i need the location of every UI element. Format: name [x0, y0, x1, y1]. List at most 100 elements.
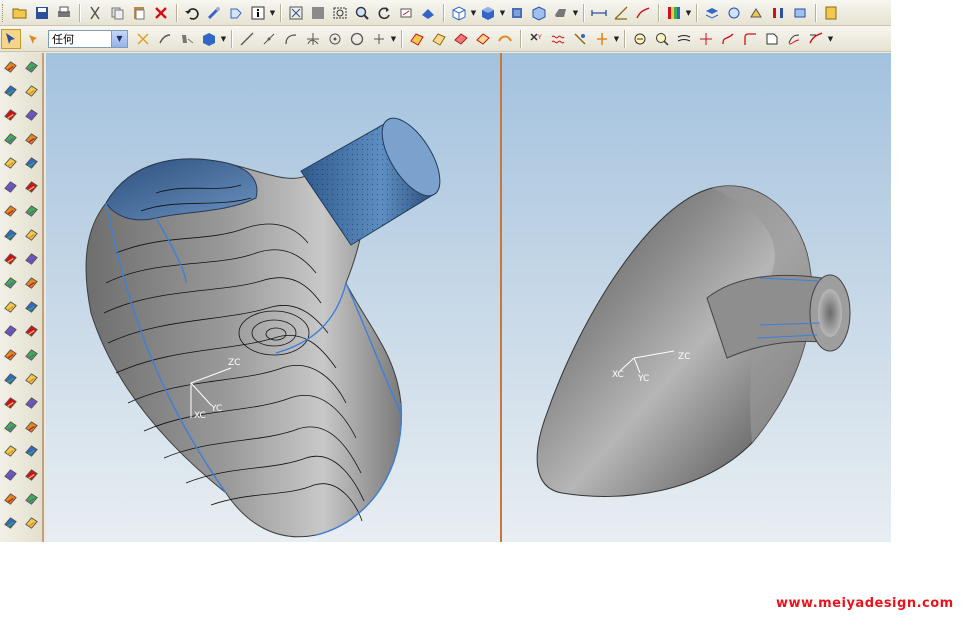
- sheet-from-curves-icon[interactable]: [1, 57, 19, 75]
- cylinder-icon[interactable]: [22, 81, 40, 99]
- repeat-command-icon[interactable]: [204, 3, 224, 23]
- unite-icon[interactable]: [22, 297, 40, 315]
- transform-icon[interactable]: Y: [526, 29, 546, 49]
- subtract-icon[interactable]: [22, 321, 40, 339]
- chevron-down-icon[interactable]: ▼: [111, 30, 127, 47]
- surface-through-curves-icon[interactable]: [407, 29, 427, 49]
- copy-icon[interactable]: [107, 3, 127, 23]
- graphics-viewport-left[interactable]: XC YC ZC: [46, 53, 500, 542]
- curve-analysis-icon[interactable]: [630, 29, 650, 49]
- emboss-icon[interactable]: [1, 489, 19, 507]
- dropdown-arrow-icon[interactable]: ▼: [572, 3, 579, 23]
- promote-icon[interactable]: [22, 417, 40, 435]
- bridge-surface-icon[interactable]: [495, 29, 515, 49]
- arc-icon[interactable]: [281, 29, 301, 49]
- bridge-curve-icon[interactable]: [718, 29, 738, 49]
- information-icon[interactable]: [248, 3, 268, 23]
- revolved-body-icon[interactable]: [1, 153, 19, 171]
- intersect-icon[interactable]: [22, 345, 40, 363]
- project-curve-icon[interactable]: [696, 29, 716, 49]
- patch-icon[interactable]: [22, 393, 40, 411]
- ruled-surface-icon[interactable]: [1, 81, 19, 99]
- line-point-icon[interactable]: [259, 29, 279, 49]
- measure-angle-icon[interactable]: [611, 3, 631, 23]
- cut-icon[interactable]: [85, 3, 105, 23]
- select-solid-icon[interactable]: [199, 29, 219, 49]
- dropdown-arrow-icon[interactable]: ▼: [269, 3, 276, 23]
- save-icon[interactable]: [32, 3, 52, 23]
- tangent-line-icon[interactable]: [303, 29, 323, 49]
- measure-distance-icon[interactable]: [589, 3, 609, 23]
- extract-geometry-icon[interactable]: [1, 465, 19, 483]
- fit-view-icon[interactable]: [286, 3, 306, 23]
- section-surface-icon[interactable]: [473, 29, 493, 49]
- circle-point-icon[interactable]: [325, 29, 345, 49]
- dropdown-arrow-icon[interactable]: ▼: [685, 3, 692, 23]
- fillet-curve-icon[interactable]: [740, 29, 760, 49]
- orient-view-icon[interactable]: [449, 3, 469, 23]
- open-file-icon[interactable]: [10, 3, 30, 23]
- pocket-icon[interactable]: [22, 201, 40, 219]
- shaded-view-icon[interactable]: [478, 3, 498, 23]
- graphics-viewport-right[interactable]: XC YC ZC: [502, 53, 891, 542]
- dropdown-arrow-icon[interactable]: ▼: [390, 29, 397, 49]
- extruded-body-icon[interactable]: [1, 129, 19, 147]
- slot-icon[interactable]: [22, 249, 40, 267]
- swept-icon[interactable]: [1, 177, 19, 195]
- dropdown-arrow-icon[interactable]: ▼: [613, 29, 620, 49]
- feature-group-icon[interactable]: [22, 489, 40, 507]
- hollow-icon[interactable]: [1, 345, 19, 363]
- copy-layer-icon[interactable]: [768, 3, 788, 23]
- user-defined-icon[interactable]: [22, 513, 40, 531]
- general-selection-icon[interactable]: [23, 29, 43, 49]
- curvature-comb-icon[interactable]: [652, 29, 672, 49]
- zoom-icon[interactable]: [352, 3, 372, 23]
- zoom-window-icon[interactable]: [308, 3, 328, 23]
- sew-icon[interactable]: [1, 273, 19, 291]
- dropdown-arrow-icon[interactable]: ▼: [499, 3, 506, 23]
- block-icon[interactable]: [22, 57, 40, 75]
- select-body-icon[interactable]: [155, 29, 175, 49]
- extract-icon[interactable]: [570, 29, 590, 49]
- draft-icon[interactable]: [1, 513, 19, 531]
- tube-icon[interactable]: [1, 201, 19, 219]
- mirror-body-icon[interactable]: [1, 417, 19, 435]
- print-icon[interactable]: [54, 3, 74, 23]
- boss-icon[interactable]: [22, 177, 40, 195]
- undo-icon[interactable]: [182, 3, 202, 23]
- selection-filter-dropdown[interactable]: 任何 ▼: [48, 29, 128, 48]
- swept-surface-icon[interactable]: [451, 29, 471, 49]
- sphere-icon[interactable]: [22, 129, 40, 147]
- chamfer-icon[interactable]: [1, 321, 19, 339]
- wave-link-icon[interactable]: [548, 29, 568, 49]
- cone-icon[interactable]: [22, 105, 40, 123]
- layer-settings-icon[interactable]: [702, 3, 722, 23]
- offset-face-icon[interactable]: [1, 225, 19, 243]
- point-icon[interactable]: [369, 29, 389, 49]
- line-icon[interactable]: [237, 29, 257, 49]
- edge-display-icon[interactable]: [551, 3, 571, 23]
- static-wireframe-icon[interactable]: [529, 3, 549, 23]
- snap-view-icon[interactable]: [418, 3, 438, 23]
- split-body-icon[interactable]: [592, 29, 612, 49]
- hole-icon[interactable]: [22, 153, 40, 171]
- render-style-icon[interactable]: [507, 3, 527, 23]
- join-curve-icon[interactable]: [784, 29, 804, 49]
- analysis-icon[interactable]: [633, 3, 653, 23]
- pad-icon[interactable]: [22, 225, 40, 243]
- through-curve-mesh-icon[interactable]: [1, 105, 19, 123]
- select-feature-icon[interactable]: [133, 29, 153, 49]
- object-display-icon[interactable]: [821, 3, 841, 23]
- trim-sheet-icon[interactable]: [762, 29, 782, 49]
- dropdown-arrow-icon[interactable]: ▼: [827, 29, 834, 49]
- blend-icon[interactable]: [1, 297, 19, 315]
- instance-icon[interactable]: [1, 441, 19, 459]
- trim-body-icon[interactable]: [1, 249, 19, 267]
- select-face-icon[interactable]: [177, 29, 197, 49]
- simplify-icon[interactable]: [22, 465, 40, 483]
- circle-icon[interactable]: [347, 29, 367, 49]
- wrap-geometry-icon[interactable]: [22, 441, 40, 459]
- divide-curve-icon[interactable]: [806, 29, 826, 49]
- update-icon[interactable]: [226, 3, 246, 23]
- toolbar-grip[interactable]: [2, 3, 6, 22]
